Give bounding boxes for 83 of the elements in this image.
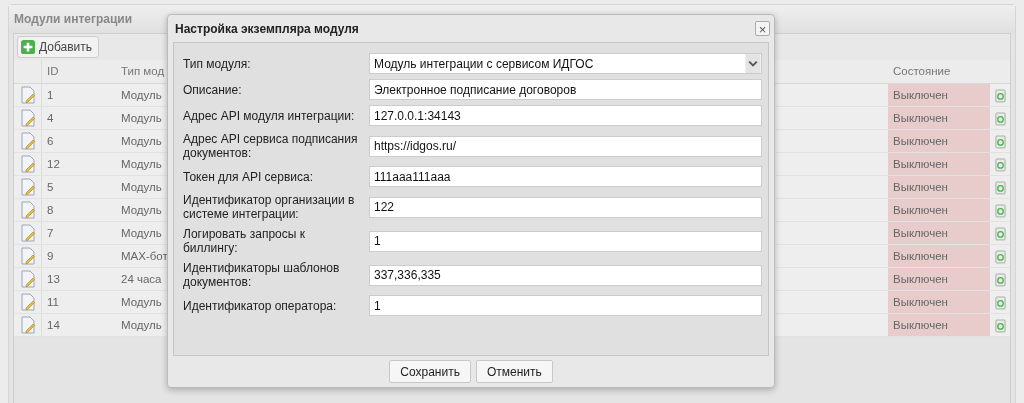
cancel-button[interactable]: Отменить xyxy=(475,360,553,383)
table-cell: 13 xyxy=(41,268,118,290)
table-cell: Модуль xyxy=(121,319,162,331)
table-cell: 14 xyxy=(41,314,118,336)
save-button[interactable]: Сохранить xyxy=(389,360,471,383)
table-cell: Модуль xyxy=(121,89,162,101)
recycle-bin-icon[interactable] xyxy=(994,179,1006,195)
field-label: Адрес API сервиса подписания документов: xyxy=(183,132,359,160)
table-cell: 5 xyxy=(41,176,118,198)
table-cell: Модуль xyxy=(121,158,162,170)
table-cell: 12 xyxy=(41,153,118,175)
table-cell: Модуль xyxy=(121,181,162,193)
table-cell: 9 xyxy=(41,245,118,267)
table-cell: 1 xyxy=(41,84,118,106)
table-cell: 8 xyxy=(41,199,118,221)
table-cell: 24 часа xyxy=(121,273,162,285)
edit-icon[interactable] xyxy=(19,247,36,265)
table-cell: 7 xyxy=(41,222,118,244)
add-button[interactable]: Добавить xyxy=(17,36,100,58)
table-cell: MAX-бот xyxy=(121,250,168,262)
input-field[interactable]: https://idgos.ru/ xyxy=(369,135,762,157)
status-cell: Выключен xyxy=(888,222,990,244)
status-cell: Выключен xyxy=(888,107,990,129)
recycle-bin-icon[interactable] xyxy=(994,294,1006,310)
edit-icon[interactable] xyxy=(19,155,36,173)
input-field[interactable]: 111aaa111aaa xyxy=(369,166,762,187)
table-cell: Модуль xyxy=(121,227,162,239)
input-field[interactable]: Электронное подписание договоров xyxy=(369,79,762,100)
status-cell: Выключен xyxy=(888,84,990,106)
field-label: Тип модуля: xyxy=(183,56,252,71)
dialog-title: Настройка экземпляра модуля xyxy=(175,21,359,36)
recycle-bin-icon[interactable] xyxy=(994,110,1006,126)
column-header[interactable]: ID xyxy=(41,60,118,83)
field-label: Описание: xyxy=(183,82,243,97)
caret-icon[interactable] xyxy=(745,54,761,73)
table-cell: Модуль xyxy=(121,112,162,124)
edit-icon[interactable] xyxy=(19,178,36,196)
recycle-bin-icon[interactable] xyxy=(994,271,1006,287)
edit-icon[interactable] xyxy=(19,224,36,242)
edit-icon[interactable] xyxy=(19,86,36,104)
field-label: Токен для API сервиса: xyxy=(183,169,315,184)
module-type-dropdown[interactable]: Модуль интеграции с сервисом ИДГОС xyxy=(369,53,762,74)
input-field[interactable]: 337,336,335 xyxy=(369,264,762,286)
edit-icon[interactable] xyxy=(19,201,36,219)
status-cell: Выключен xyxy=(888,199,990,221)
field-label: Адрес API модуля интеграции: xyxy=(183,108,356,123)
input-field[interactable]: 1 xyxy=(369,295,762,316)
status-cell: Выключен xyxy=(888,176,990,198)
table-cell: 4 xyxy=(41,107,118,129)
table-cell: Модуль xyxy=(121,296,162,308)
recycle-bin-icon[interactable] xyxy=(994,87,1006,103)
field-label: Идентификаторы шаблонов документов: xyxy=(183,261,341,289)
status-cell: Выключен xyxy=(888,245,990,267)
recycle-bin-icon[interactable] xyxy=(994,156,1006,172)
edit-icon[interactable] xyxy=(19,316,36,334)
edit-icon[interactable] xyxy=(19,132,36,150)
status-cell: Выключен xyxy=(888,130,990,152)
edit-icon[interactable] xyxy=(19,109,36,127)
field-label: Логировать запросы к биллингу: xyxy=(183,227,306,255)
recycle-bin-icon[interactable] xyxy=(994,202,1006,218)
field-label: Идентификатор организации в системе интеграции: xyxy=(183,193,356,221)
table-cell: 11 xyxy=(41,291,118,313)
plus-icon xyxy=(21,40,35,54)
close-button[interactable]: × xyxy=(755,21,770,36)
input-field[interactable]: 1 xyxy=(369,230,762,252)
recycle-bin-icon[interactable] xyxy=(994,317,1006,333)
edit-icon[interactable] xyxy=(19,270,36,288)
table-cell: 6 xyxy=(41,130,118,152)
edit-icon[interactable] xyxy=(19,293,36,311)
recycle-bin-icon[interactable] xyxy=(994,133,1006,149)
table-cell: Модуль xyxy=(121,135,162,147)
column-header[interactable]: Состояние xyxy=(888,60,990,83)
table-cell: Модуль xyxy=(121,204,162,216)
status-cell: Выключен xyxy=(888,291,990,313)
recycle-bin-icon[interactable] xyxy=(994,225,1006,241)
input-field[interactable]: 122 xyxy=(369,196,762,218)
status-cell: Выключен xyxy=(888,153,990,175)
status-cell: Выключен xyxy=(888,268,990,290)
column-header[interactable]: Тип мод xyxy=(121,65,165,77)
recycle-bin-icon[interactable] xyxy=(994,248,1006,264)
input-field[interactable]: 127.0.0.1:34143 xyxy=(369,105,762,126)
status-cell: Выключен xyxy=(888,314,990,336)
field-label: Идентификатор оператора: xyxy=(183,298,338,313)
